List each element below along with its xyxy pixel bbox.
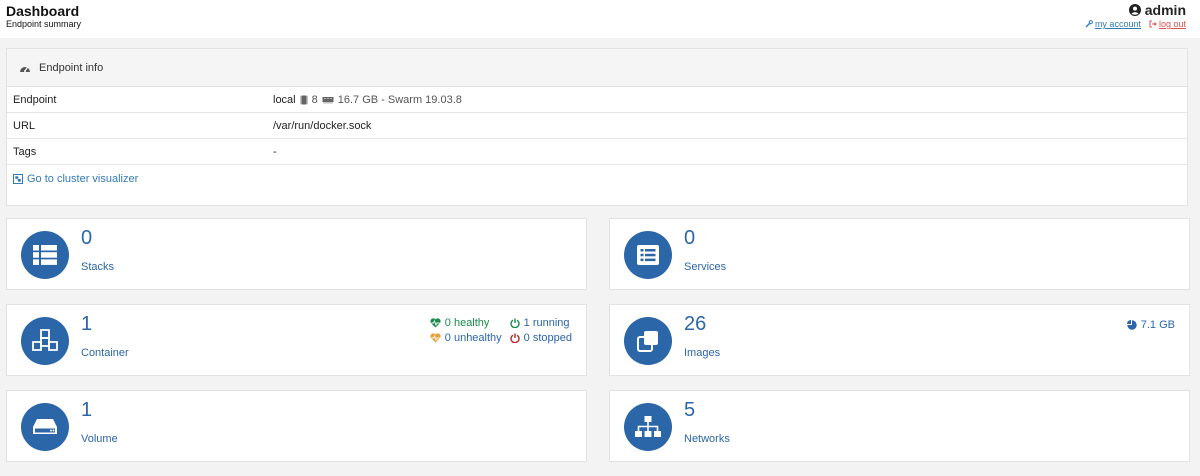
unhealthy-text: 0 unhealthy xyxy=(444,332,502,344)
stopped-text: 0 stopped xyxy=(523,332,572,344)
stopped-status: 0 stopped xyxy=(510,332,572,344)
user-links: my account log out xyxy=(1085,19,1186,29)
info-row-tags: Tags - xyxy=(7,139,1187,165)
images-size: 7.1 GB xyxy=(1126,319,1175,331)
page-title: Dashboard xyxy=(6,3,80,19)
networks-tile[interactable]: 5 Networks xyxy=(609,390,1190,462)
images-label: Images xyxy=(684,347,721,359)
images-count: 26 xyxy=(684,313,707,335)
networks-icon-circle xyxy=(624,403,672,451)
hdd-icon xyxy=(33,419,57,434)
stacks-count: 0 xyxy=(81,227,93,249)
top-bar: Dashboard Endpoint summary admin my acco… xyxy=(0,0,1200,38)
containers-icon-circle xyxy=(21,317,69,365)
images-icon-circle xyxy=(624,317,672,365)
heartbeat-icon xyxy=(430,333,441,343)
th-list-icon xyxy=(33,245,57,265)
clone-icon xyxy=(637,331,658,352)
running-status: 1 running xyxy=(510,317,572,329)
microchip-icon xyxy=(299,95,308,104)
list-alt-icon xyxy=(637,245,659,265)
containers-count: 1 xyxy=(81,313,93,335)
networks-count: 5 xyxy=(684,399,696,421)
containers-label: Container xyxy=(81,347,129,359)
user-circle-icon xyxy=(1128,4,1141,16)
info-value: - xyxy=(273,145,277,158)
volumes-tile[interactable]: 1 Volume xyxy=(6,390,587,462)
info-value: local 8 16.7 GB - Swarm 19.03.8 xyxy=(273,94,462,106)
services-label: Services xyxy=(684,261,727,273)
endpoint-name: local xyxy=(273,93,296,106)
heartbeat-icon xyxy=(430,318,441,328)
cluster-visualizer-label: Go to cluster visualizer xyxy=(27,173,139,185)
services-count: 0 xyxy=(684,227,696,249)
endpoint-info-panel: Endpoint info Endpoint local 8 16.7 GB -… xyxy=(6,48,1188,206)
networks-label: Networks xyxy=(684,433,730,445)
object-group-icon xyxy=(13,174,23,184)
page-subtitle: Endpoint summary xyxy=(6,19,82,29)
healthy-text: 0 healthy xyxy=(444,317,490,329)
my-account-label: my account xyxy=(1094,19,1141,29)
cluster-visualizer-link[interactable]: Go to cluster visualizer xyxy=(13,173,138,185)
stacks-tile[interactable]: 0 Stacks xyxy=(6,218,587,290)
memory-icon xyxy=(322,96,334,103)
container-status-summary: 0 healthy 1 running 0 unhealthy 0 stoppe… xyxy=(430,317,572,344)
running-text: 1 running xyxy=(523,317,570,329)
containers-tile[interactable]: 1 Container 0 healthy 1 running 0 unheal… xyxy=(6,304,587,376)
tachometer-icon xyxy=(20,66,30,72)
info-key: Endpoint xyxy=(13,93,57,106)
log-out-label: log out xyxy=(1158,19,1186,29)
wrench-icon xyxy=(1085,20,1093,28)
endpoint-memory: 16.7 GB - Swarm 19.03.8 xyxy=(337,93,462,106)
info-row-endpoint: Endpoint local 8 16.7 GB - Swarm 19.03.8 xyxy=(7,87,1187,113)
stacks-icon-circle xyxy=(21,231,69,279)
sign-out-icon xyxy=(1149,20,1157,28)
services-icon-circle xyxy=(624,231,672,279)
images-size-text: 7.1 GB xyxy=(1140,319,1175,331)
volumes-icon-circle xyxy=(21,403,69,451)
sitemap-icon xyxy=(635,416,661,437)
endpoint-info-title: Endpoint info xyxy=(39,61,104,74)
volumes-count: 1 xyxy=(81,399,93,421)
power-off-icon xyxy=(510,333,520,343)
endpoint-info-header: Endpoint info xyxy=(7,49,1187,87)
cubes-icon xyxy=(32,329,58,351)
services-tile[interactable]: 0 Services xyxy=(609,218,1190,290)
healthy-status: 0 healthy xyxy=(430,317,502,329)
info-value: /var/run/docker.sock xyxy=(273,119,372,132)
log-out-link[interactable]: log out xyxy=(1149,19,1186,29)
unhealthy-status: 0 unhealthy xyxy=(430,332,502,344)
images-tile[interactable]: 26 Images 7.1 GB xyxy=(609,304,1190,376)
info-key: URL xyxy=(13,119,36,132)
endpoint-cpu: 8 xyxy=(311,93,318,106)
user-name: admin xyxy=(1144,2,1186,18)
stacks-label: Stacks xyxy=(81,261,115,273)
user-menu: admin xyxy=(1128,2,1186,18)
my-account-link[interactable]: my account xyxy=(1085,19,1141,29)
power-off-icon xyxy=(510,318,520,328)
info-row-url: URL /var/run/docker.sock xyxy=(7,113,1187,139)
pie-chart-icon xyxy=(1126,320,1137,330)
volumes-label: Volume xyxy=(81,433,118,445)
info-key: Tags xyxy=(13,145,37,158)
